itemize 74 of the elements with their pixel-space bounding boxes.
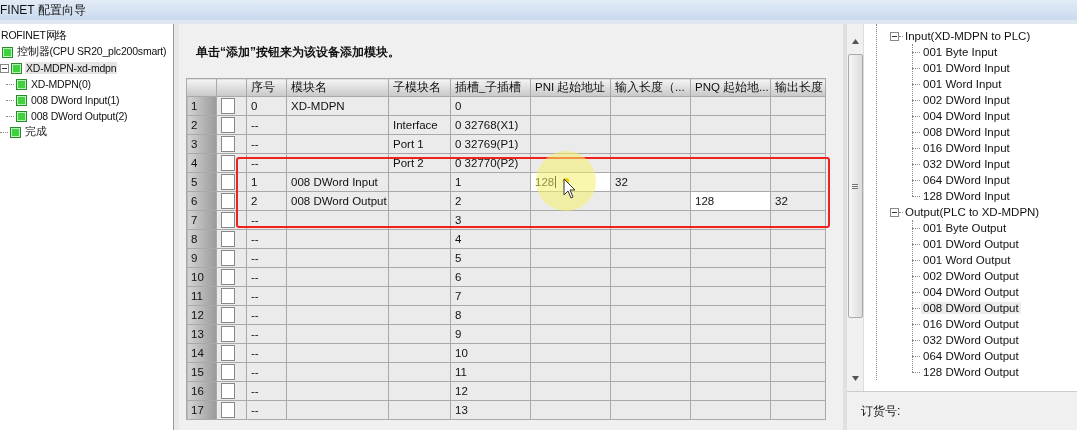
tree-item[interactable]: 032 DWord Output — [921, 334, 1021, 346]
tree-root-label[interactable]: ROFINET网络 — [0, 29, 69, 43]
status-icon — [16, 110, 27, 122]
tree-item[interactable]: 001 Word Output — [921, 254, 1013, 266]
column-header[interactable]: 输出长度 — [770, 78, 826, 97]
tree-item[interactable]: 032 DWord Input — [921, 158, 1012, 170]
tree-item[interactable]: 004 DWord Input — [921, 110, 1012, 122]
tree-item[interactable]: 完成 — [24, 125, 48, 139]
tree-item[interactable]: XD-MDPN(0) — [30, 78, 92, 90]
row-checkbox[interactable] — [221, 326, 235, 342]
window-title: FINET 配置向导 — [0, 1, 86, 19]
row-checkbox[interactable] — [221, 193, 235, 209]
scroll-down-icon[interactable] — [851, 376, 859, 381]
row-checkbox[interactable] — [221, 136, 235, 152]
status-icon — [16, 78, 27, 90]
tree-item[interactable]: 128 DWord Output — [921, 366, 1021, 378]
row-checkbox[interactable] — [221, 269, 235, 285]
column-header[interactable]: 模块名 — [286, 78, 389, 97]
collapse-icon[interactable] — [890, 207, 899, 217]
tree-item[interactable]: 008 DWord Output(2) — [30, 110, 129, 122]
row-checkbox[interactable] — [221, 174, 235, 190]
column-header[interactable]: 输入长度（... — [610, 78, 691, 97]
scroll-up-icon[interactable] — [851, 39, 859, 44]
row-checkbox[interactable] — [221, 250, 235, 266]
row-checkbox[interactable] — [221, 212, 235, 228]
row-checkbox[interactable] — [221, 345, 235, 361]
tree-item[interactable]: 064 DWord Input — [921, 174, 1012, 186]
row-checkbox[interactable] — [221, 98, 235, 114]
tree-item[interactable]: 001 Byte Input — [921, 46, 1000, 58]
column-header[interactable]: PNQ 起始地... — [690, 78, 771, 97]
row-checkbox[interactable] — [221, 155, 235, 171]
row-checkbox[interactable] — [221, 383, 235, 399]
row-checkbox[interactable] — [221, 117, 235, 133]
cursor-icon — [563, 178, 576, 199]
scrollbar[interactable] — [847, 24, 864, 391]
cursor-highlight — [536, 151, 596, 211]
row-checkbox[interactable] — [221, 307, 235, 323]
tree-item[interactable]: 001 DWord Input — [921, 62, 1012, 74]
row-checkbox[interactable] — [221, 288, 235, 304]
status-icon — [16, 94, 27, 106]
status-icon — [11, 62, 22, 74]
tree-item[interactable]: 001 Byte Output — [921, 222, 1009, 234]
row-checkbox[interactable] — [221, 402, 235, 418]
tree-item[interactable]: XD-MDPN-xd-mdpn — [25, 62, 118, 74]
status-icon — [10, 126, 21, 138]
row-checkbox[interactable] — [221, 231, 235, 247]
tree-group[interactable]: Output(PLC to XD-MDPN) — [903, 206, 1042, 218]
row-checkbox[interactable] — [221, 364, 235, 380]
tree-item[interactable]: 008 DWord Input — [921, 126, 1012, 138]
tree-item[interactable]: 控制器(CPU SR20_plc200smart) — [16, 45, 168, 59]
tree-item[interactable]: 002 DWord Output — [921, 270, 1021, 282]
scroll-thumb[interactable] — [847, 54, 863, 318]
grip-icon[interactable] — [852, 183, 858, 189]
collapse-icon[interactable] — [890, 31, 899, 41]
tree-item[interactable]: 128 DWord Input — [921, 190, 1012, 202]
column-header[interactable]: PNI 起始地址 — [530, 78, 611, 97]
tree-item[interactable]: 001 DWord Output — [921, 238, 1021, 250]
collapse-icon[interactable] — [0, 63, 9, 73]
tree-item[interactable]: 016 DWord Output — [921, 318, 1021, 330]
tree-item[interactable]: 064 DWord Output — [921, 350, 1021, 362]
instruction-text: 单击“添加”按钮来为该设备添加模块。 — [195, 44, 401, 61]
status-icon — [2, 46, 13, 58]
header-cell — [186, 78, 217, 97]
column-header[interactable]: 插槽_子插槽 — [450, 78, 531, 97]
tree-item[interactable]: 002 DWord Input — [921, 94, 1012, 106]
tree-item[interactable]: 008 DWord Output — [921, 302, 1021, 314]
tree-item[interactable]: 004 DWord Output — [921, 286, 1021, 298]
field-label: 订货号: — [861, 402, 901, 420]
tree-item[interactable]: 001 Word Input — [921, 78, 1004, 90]
column-header[interactable]: 子模块名 — [388, 78, 451, 97]
tree-item[interactable]: 016 DWord Input — [921, 142, 1012, 154]
tree-group[interactable]: Input(XD-MDPN to PLC) — [903, 30, 1033, 42]
column-header[interactable]: 序号 — [246, 78, 287, 97]
tree-item[interactable]: 008 DWord Input(1) — [30, 94, 121, 106]
